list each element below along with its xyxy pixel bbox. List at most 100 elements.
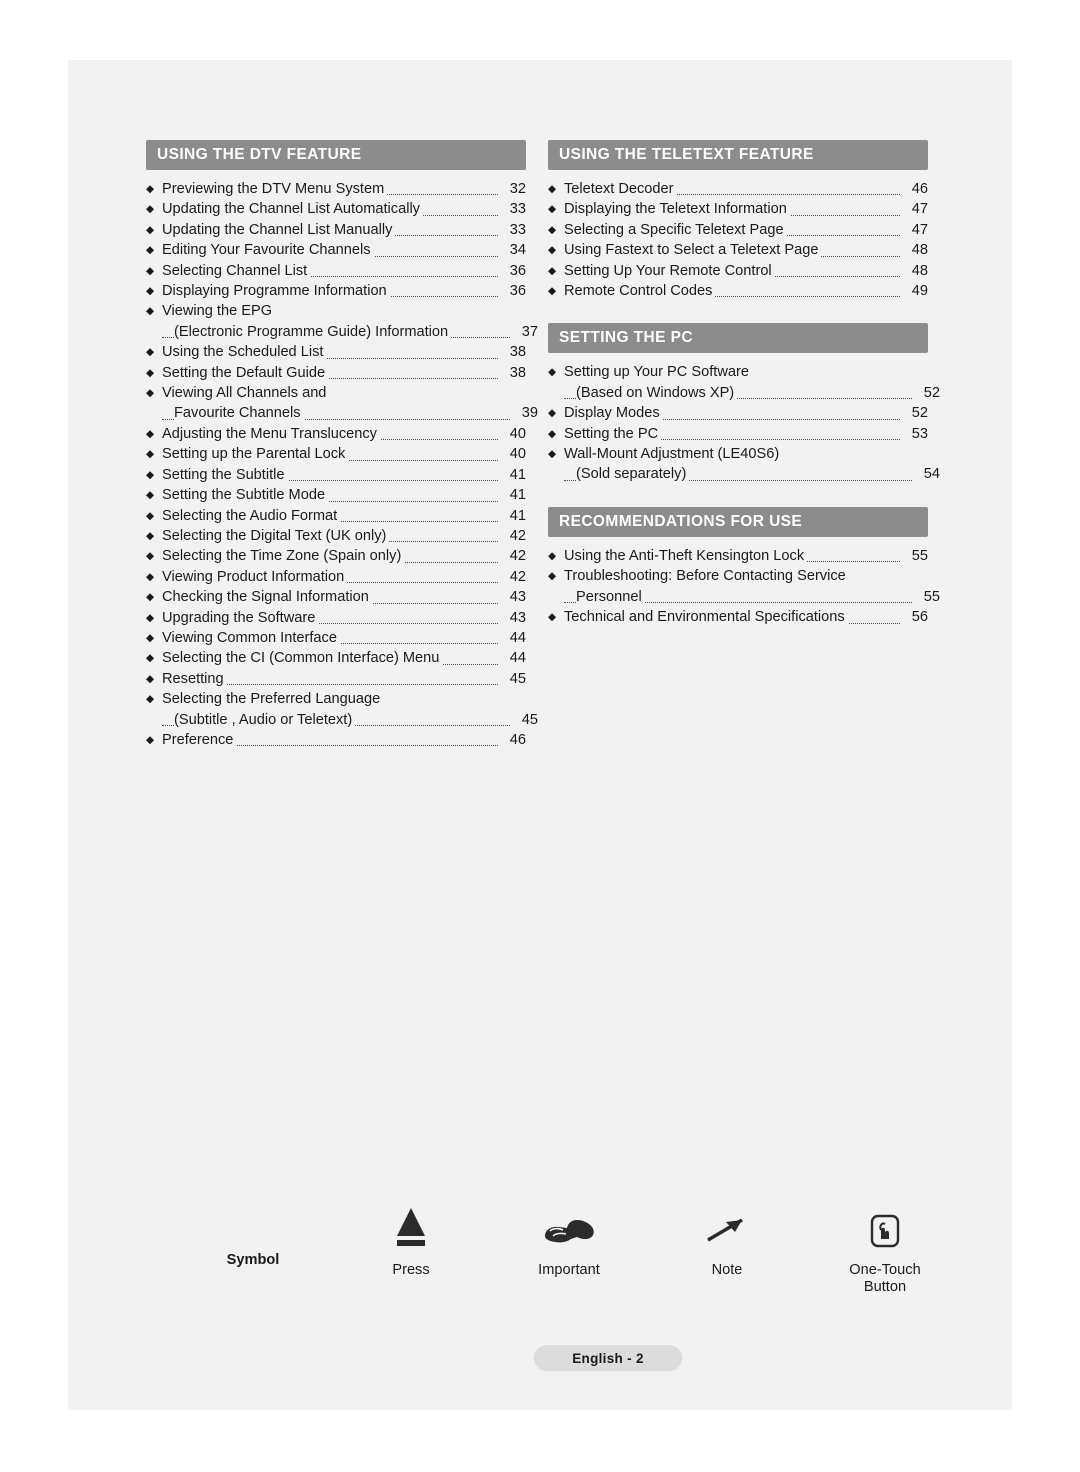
toc-item-page: 42 (498, 566, 526, 588)
toc-item-page: 53 (900, 423, 928, 445)
toc-item-label: Displaying Programme Information (162, 283, 390, 300)
toc-item-label: Updating the Channel List Manually (162, 221, 396, 238)
toc-item-page: 49 (900, 281, 928, 302)
toc-item[interactable]: ◆ Viewing Common Interface 44 (146, 627, 526, 649)
toc-item-label: (Electronic Programme Guide) Information (174, 323, 452, 340)
toc-item[interactable]: ◆ Selecting the Time Zone (Spain only) 42 (146, 546, 526, 567)
toc-item-label: Using the Anti-Theft Kensington Lock (564, 547, 808, 564)
toc-item[interactable]: (Sold separately) 54 (548, 464, 940, 485)
toc-item[interactable]: ◆ Updating the Channel List Manually 33 (146, 219, 526, 241)
toc-item[interactable]: ◆ Using Fastext to Select a Teletext Page… (548, 240, 928, 261)
toc-item[interactable]: ◆ Selecting the Audio Format 41 (146, 505, 526, 526)
toc-item[interactable]: ◆ Displaying Programme Information 36 (146, 281, 526, 302)
toc-item[interactable]: ◆ Setting the PC 53 (548, 423, 928, 445)
toc-item[interactable]: ◆ Upgrading the Software 43 (146, 607, 526, 628)
toc-item-page: 44 (498, 627, 526, 649)
toc-item-page: 38 (498, 362, 526, 384)
toc-item[interactable]: ◆ Viewing the EPG (146, 301, 526, 321)
toc-item[interactable]: ◆ Setting up Your PC Software (548, 362, 928, 382)
toc-item-label: Displaying the Teletext Information (564, 201, 790, 218)
diamond-bullet-icon: ◆ (146, 305, 155, 318)
toc-item[interactable]: ◆ Selecting Channel List 36 (146, 260, 526, 282)
diamond-bullet-icon: ◆ (146, 631, 155, 644)
toc-item[interactable]: ◆ Selecting a Specific Teletext Page 47 (548, 219, 928, 241)
toc-item[interactable]: (Subtitle , Audio or Teletext) 45 (146, 709, 538, 730)
toc-item-label: Viewing Common Interface (162, 629, 340, 646)
legend-entry-press: Press (336, 1200, 486, 1279)
diamond-bullet-icon: ◆ (146, 346, 155, 359)
toc-item-page: 42 (498, 546, 526, 567)
toc-item[interactable]: ◆ Resetting 45 (146, 668, 526, 690)
diamond-bullet-icon: ◆ (146, 468, 155, 481)
toc-item[interactable]: ◆ Using the Anti-Theft Kensington Lock 55 (548, 545, 928, 567)
toc-item[interactable]: ◆ Setting the Subtitle Mode 41 (146, 485, 526, 506)
diamond-bullet-icon: ◆ (146, 611, 155, 624)
toc-item-page: 54 (912, 464, 940, 485)
toc-item-page: 34 (498, 240, 526, 261)
toc-item[interactable]: ◆ Viewing All Channels and (146, 383, 526, 403)
toc-item[interactable]: ◆ Previewing the DTV Menu System 32 (146, 179, 526, 200)
toc-item[interactable]: ◆ Troubleshooting: Before Contacting Serv… (548, 566, 928, 586)
toc-item-page: 45 (498, 668, 526, 690)
toc-item[interactable]: ◆ Adjusting the Menu Translucency 40 (146, 423, 526, 445)
toc-item-label: Upgrading the Software (162, 609, 319, 626)
diamond-bullet-icon: ◆ (146, 733, 155, 746)
toc-item[interactable]: ◆ Setting Up Your Remote Control 48 (548, 260, 928, 282)
toc-item-label: Wall-Mount Adjustment (LE40S6) (564, 446, 783, 463)
toc-item[interactable]: (Electronic Programme Guide) Information… (146, 321, 538, 343)
toc-item[interactable]: ◆ Selecting the CI (Common Interface) Men… (146, 648, 526, 669)
toc-item-label: Setting the Subtitle (162, 466, 288, 483)
toc-item[interactable]: ◆ Using the Scheduled List 38 (146, 342, 526, 363)
diamond-bullet-icon: ◆ (548, 264, 557, 277)
toc-item-label: (Subtitle , Audio or Teletext) (174, 711, 356, 728)
toc-item-page: 33 (498, 199, 526, 220)
toc-item[interactable]: Favourite Channels 39 (146, 403, 538, 424)
diamond-bullet-icon: ◆ (146, 223, 155, 236)
diamond-bullet-icon: ◆ (146, 427, 155, 440)
toc-item[interactable]: ◆ Setting up the Parental Lock 40 (146, 444, 526, 465)
toc-item[interactable]: ◆ Technical and Environmental Specificati… (548, 607, 928, 628)
toc-item-label: Setting the Default Guide (162, 364, 329, 381)
toc-item-label: Selecting the Time Zone (Spain only) (162, 548, 405, 565)
toc-item-label: Viewing the EPG (162, 303, 276, 320)
toc-item-label: Using the Scheduled List (162, 344, 327, 361)
toc-item[interactable]: ◆ Setting the Subtitle 41 (146, 464, 526, 486)
toc-item-label: Setting the PC (564, 425, 662, 442)
toc-item[interactable]: ◆ Display Modes 52 (548, 403, 928, 424)
toc-column-right: USING THE TELETEXT FEATURE ◆ Teletext Dec… (548, 140, 940, 628)
toc-item[interactable]: ◆ Teletext Decoder 46 (548, 179, 928, 200)
diamond-bullet-icon: ◆ (146, 448, 155, 461)
toc-item[interactable]: (Based on Windows XP) 52 (548, 382, 940, 404)
legend-label-press: Press (392, 1262, 430, 1278)
toc-item[interactable]: ◆ Checking the Signal Information 43 (146, 587, 526, 608)
section-header-pc: SETTING THE PC (548, 323, 928, 354)
toc-item-page: 48 (900, 240, 928, 261)
toc-item[interactable]: ◆ Editing Your Favourite Channels 34 (146, 240, 526, 261)
toc-item[interactable]: ◆ Remote Control Codes 49 (548, 281, 928, 302)
toc-item-page: 46 (498, 729, 526, 751)
diamond-bullet-icon: ◆ (146, 489, 155, 502)
toc-item[interactable]: ◆ Selecting the Preferred Language (146, 689, 526, 709)
toc-item[interactable]: ◆ Viewing Product Information 42 (146, 566, 526, 588)
toc-item[interactable]: ◆ Selecting the Digital Text (UK only) 42 (146, 525, 526, 547)
toc-item[interactable]: ◆ Updating the Channel List Automatically… (146, 199, 526, 220)
toc-item[interactable]: ◆ Preference 46 (146, 729, 526, 751)
toc-item[interactable]: Personnel 55 (548, 586, 940, 608)
toc-item-page: 37 (510, 321, 538, 343)
toc-item[interactable]: ◆ Displaying the Teletext Information 47 (548, 199, 928, 220)
toc-item-label: Technical and Environmental Specificatio… (564, 609, 848, 626)
toc-item-page: 45 (510, 709, 538, 730)
diamond-bullet-icon: ◆ (548, 203, 557, 216)
toc-item-page: 41 (498, 485, 526, 506)
legend-label-note: Note (711, 1262, 743, 1278)
toc-item-label: Using Fastext to Select a Teletext Page (564, 242, 822, 259)
toc-item[interactable]: ◆ Wall-Mount Adjustment (LE40S6) (548, 444, 928, 464)
toc-item[interactable]: ◆ Setting the Default Guide 38 (146, 362, 526, 384)
toc-item-label: (Based on Windows XP) (576, 384, 738, 401)
toc-item-label: (Sold separately) (576, 466, 690, 483)
diamond-bullet-icon: ◆ (146, 591, 155, 604)
toc-item-page: 52 (912, 382, 940, 404)
toc-item-label: Selecting Channel List (162, 262, 311, 279)
diamond-bullet-icon: ◆ (548, 549, 557, 562)
toc-item-label: Selecting the Digital Text (UK only) (162, 527, 390, 544)
